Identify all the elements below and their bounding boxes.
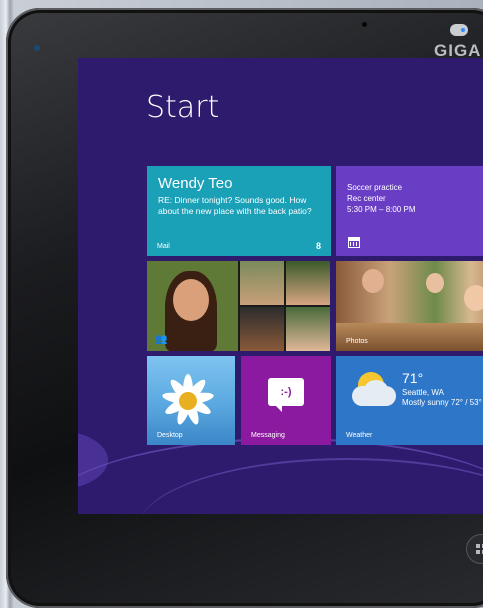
person-photo — [286, 307, 330, 351]
photos-label: Photos — [346, 338, 368, 345]
windows-logo-icon — [476, 544, 483, 554]
person-photo — [286, 261, 330, 305]
weather-details: Seattle, WA Mostly sunny 72° / 53° — [402, 388, 482, 408]
mail-tile[interactable]: Wendy Teo RE: Dinner tonight? Sounds goo… — [147, 166, 331, 256]
photo-face — [464, 285, 483, 311]
flower-center — [179, 392, 197, 410]
weather-location: Seattle, WA — [402, 388, 444, 397]
calendar-time: 5:30 PM – 8:00 PM — [347, 205, 416, 214]
photos-tile[interactable]: Photos — [336, 261, 483, 351]
messaging-label: Messaging — [251, 432, 285, 439]
messaging-tile[interactable]: :-) Messaging — [241, 356, 331, 445]
photo-table — [336, 323, 483, 351]
start-screen: Start Wendy Teo RE: Dinner tonight? Soun… — [78, 58, 483, 514]
calendar-tile[interactable]: Soccer practice Rec center 5:30 PM – 8:0… — [336, 166, 483, 256]
people-icon: 👥 — [155, 334, 168, 345]
desktop-tile[interactable]: Desktop — [147, 356, 235, 445]
mail-message: RE: Dinner tonight? Sounds good. How abo… — [158, 195, 312, 216]
mail-count-badge: 8 — [315, 241, 321, 251]
person-photo — [240, 261, 284, 305]
calendar-icon — [348, 237, 360, 248]
camera-icon — [362, 22, 367, 27]
calendar-event: Soccer practice — [347, 183, 403, 192]
people-tile[interactable]: 👥 — [147, 261, 330, 351]
weather-tile[interactable]: 71° Seattle, WA Mostly sunny 72° / 53° W… — [336, 356, 483, 445]
page-title: Start — [146, 90, 220, 125]
power-button[interactable] — [450, 24, 468, 36]
person-photo — [240, 307, 284, 351]
photo-face — [426, 273, 444, 293]
photo-face — [362, 269, 384, 293]
sensor-ring-icon — [46, 45, 52, 51]
mail-label: Mail — [157, 243, 170, 250]
weather-temperature: 71° — [402, 370, 424, 386]
mail-sender: Wendy Teo — [158, 175, 233, 192]
power-led-icon — [461, 28, 465, 32]
chat-bubble-icon: :-) — [268, 378, 304, 412]
calendar-location: Rec center — [347, 194, 386, 203]
weather-label: Weather — [346, 432, 373, 439]
person-face — [173, 279, 209, 321]
sensor-light-icon — [34, 45, 40, 51]
desktop-label: Desktop — [157, 432, 183, 439]
cloud-icon — [352, 386, 396, 406]
weather-forecast: Mostly sunny 72° / 53° — [402, 398, 482, 407]
